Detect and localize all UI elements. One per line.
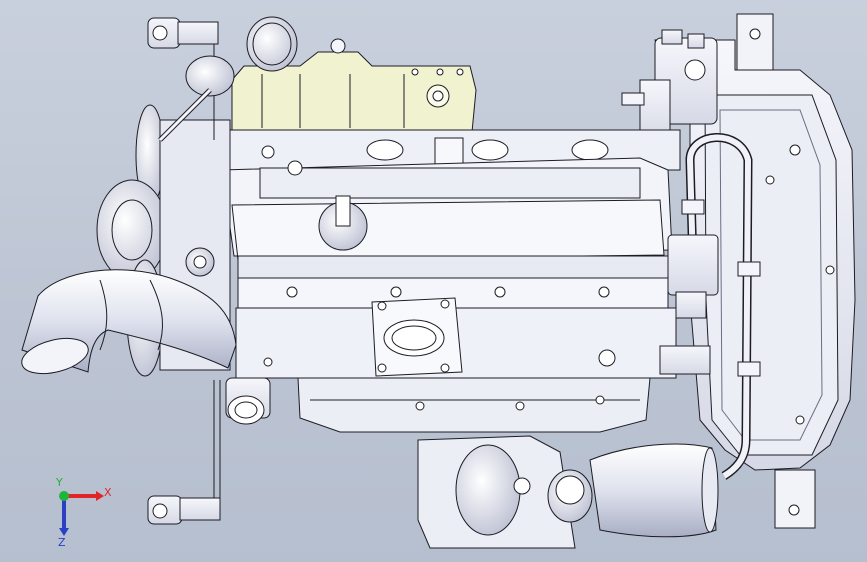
engine-assembly-model[interactable] [0,0,867,562]
lifting-eye-bottom [147,380,221,525]
oil-pan [297,377,651,433]
y-axis-dot [59,491,69,501]
turbocharger [417,435,593,549]
z-axis-arrowhead [59,528,69,536]
turbo-outlet-pipe [589,443,719,538]
oil-filler-cap [246,16,298,72]
y-axis-label: Y [55,478,63,489]
x-axis-arrowhead [96,491,104,501]
coordinate-triad: X Y Z [55,478,112,548]
starter-motor [621,29,718,141]
cad-graphics-viewport[interactable]: X Y Z [0,0,867,562]
exhaust-manifold [235,297,677,379]
coolant-outlet [225,377,271,425]
z-axis-label: Z [58,536,66,548]
x-axis-label: X [104,486,112,499]
